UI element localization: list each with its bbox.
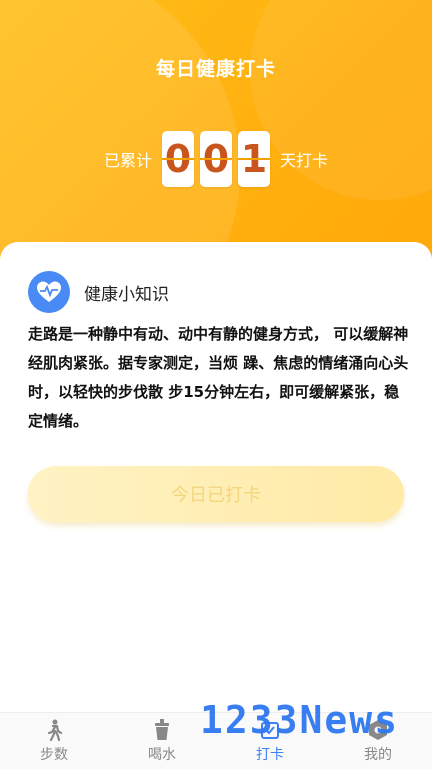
- tab-label: 我的: [364, 747, 392, 763]
- checkin-icon: [259, 719, 281, 741]
- tab-steps[interactable]: 步数: [0, 713, 108, 769]
- bottom-tabbar: 步数 喝水 打卡 我的: [0, 712, 432, 769]
- tab-checkin[interactable]: 打卡: [216, 713, 324, 769]
- page-title: 每日健康打卡: [155, 58, 276, 80]
- counter-digit: 0: [162, 131, 194, 187]
- counter-digits: 0 0 1: [162, 131, 270, 187]
- tip-header: 健康小知识: [28, 270, 169, 314]
- tab-profile[interactable]: 我的: [324, 713, 432, 769]
- tab-label: 步数: [40, 747, 68, 763]
- walking-icon: [43, 719, 65, 741]
- tab-label: 喝水: [148, 747, 176, 763]
- tip-text: 走路是一种静中有动、动中有静的健身方式， 可以缓解神经肌肉紧张。据专家测定，当烦…: [28, 325, 409, 430]
- counter-digit: 0: [200, 131, 232, 187]
- profile-icon: [367, 719, 389, 741]
- counter-digit: 1: [238, 131, 270, 187]
- counter-suffix: 天打卡: [280, 151, 329, 170]
- heart-pulse-icon: [28, 271, 70, 313]
- tip-title: 健康小知识: [84, 284, 169, 305]
- content-card: 健康小知识 走路是一种静中有动、动中有静的健身方式， 可以缓解神经肌肉紧张。据专…: [0, 242, 432, 712]
- tab-water[interactable]: 喝水: [108, 713, 216, 769]
- tab-label: 打卡: [256, 747, 284, 763]
- counter-prefix: 已累计: [103, 151, 152, 170]
- checkin-button[interactable]: 今日已打卡: [28, 466, 404, 522]
- cup-icon: [151, 719, 173, 741]
- checkin-counter: 已累计 0 0 1 天打卡: [0, 130, 432, 188]
